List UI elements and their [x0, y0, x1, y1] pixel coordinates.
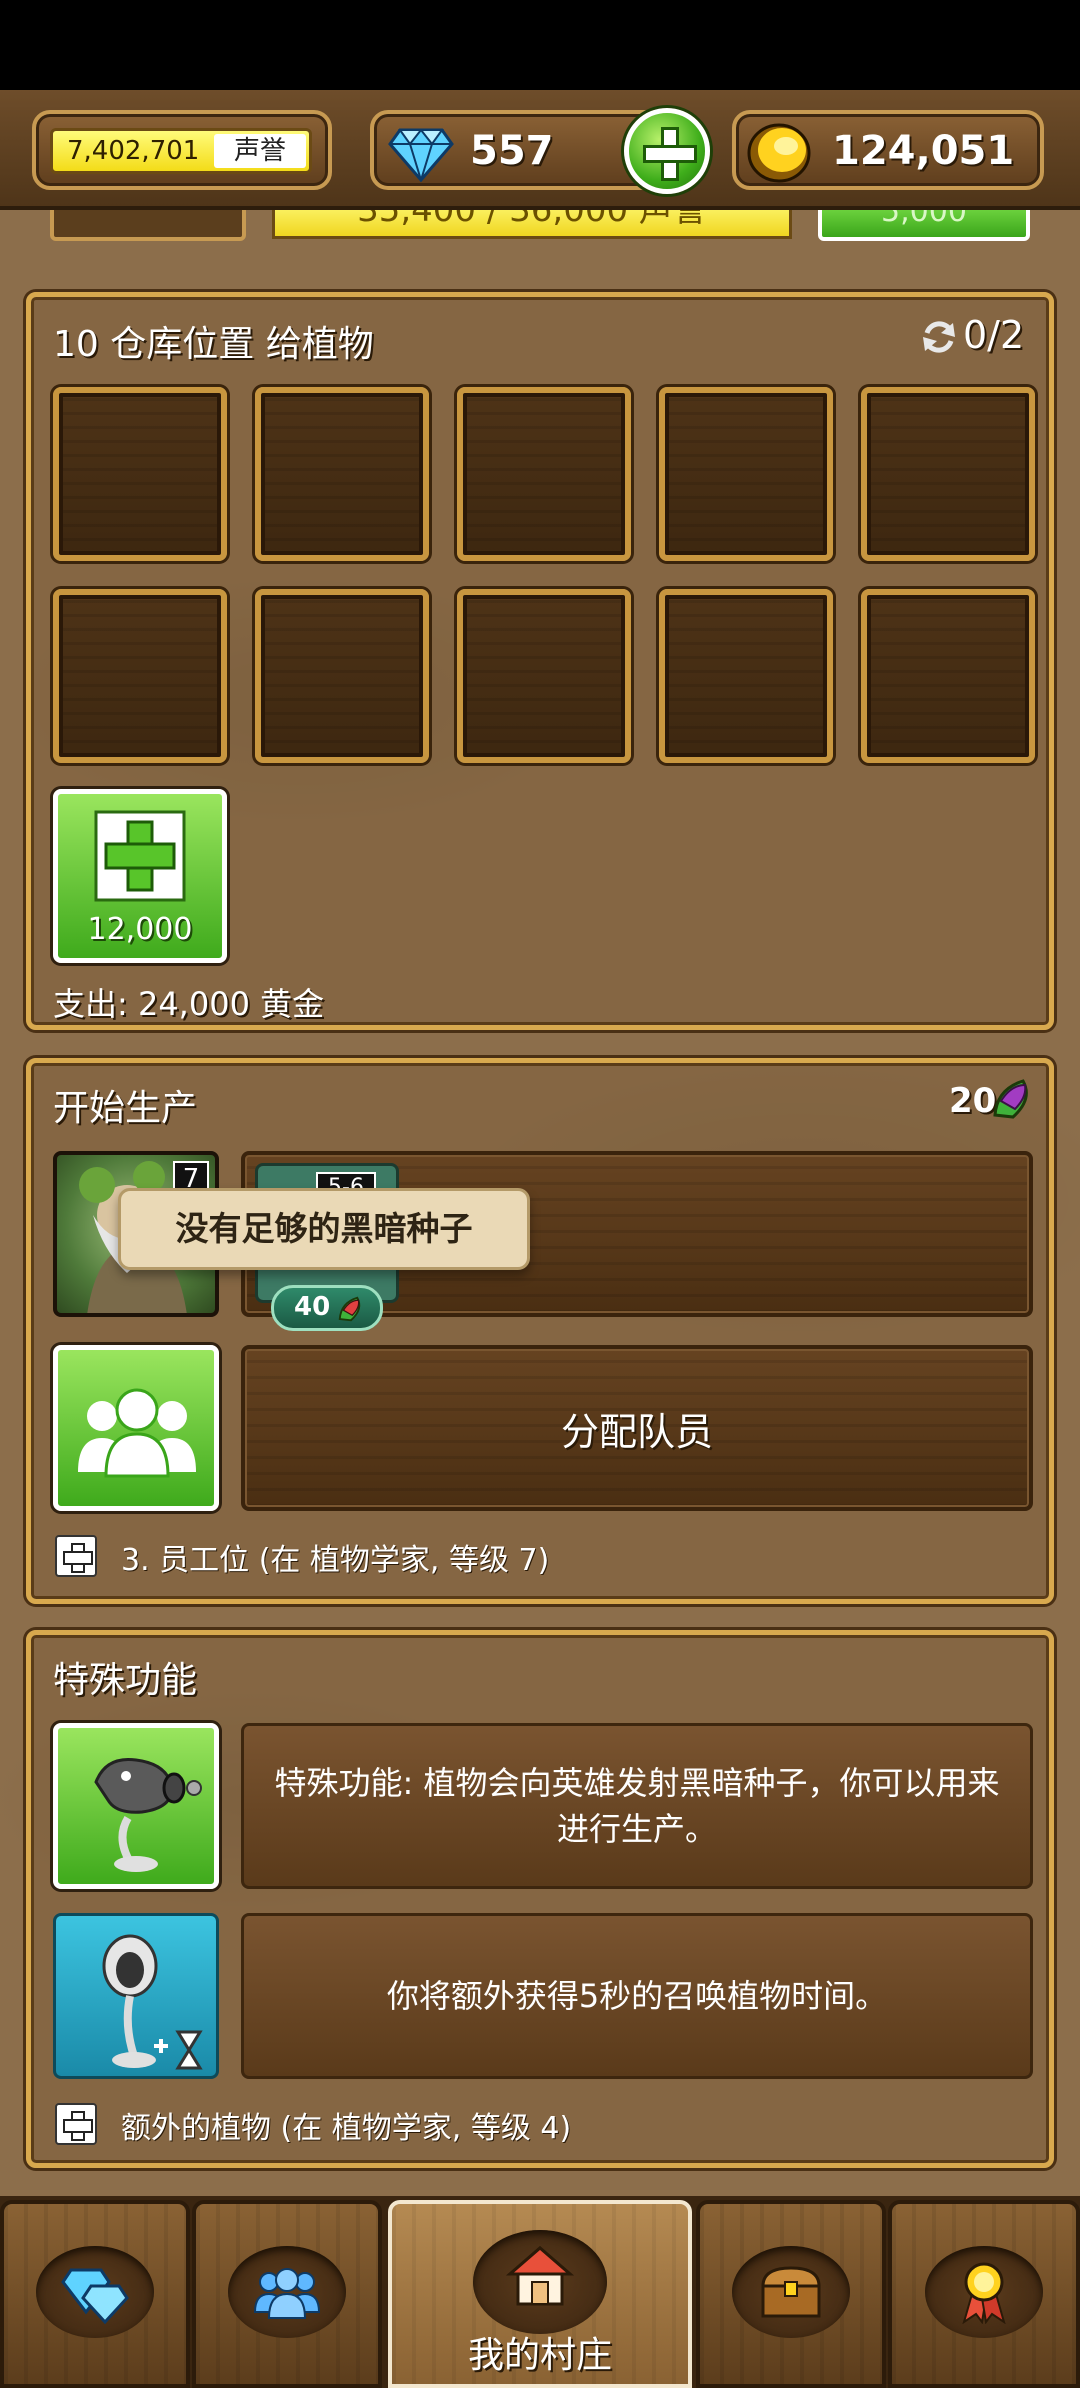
nav-tab-home[interactable]: 我的村庄 — [388, 2200, 692, 2388]
storage-expense: 支出: 24,000 黄金 — [53, 985, 325, 1023]
nav-home-label: 我的村庄 — [467, 2335, 612, 2376]
gold-coin-icon — [747, 123, 811, 183]
plant-cost: 40 — [294, 1292, 331, 1322]
nav-tab-chest[interactable] — [696, 2200, 886, 2388]
feature-text-2: 你将额外获得5秒的召唤植物时间。 — [386, 1977, 888, 2015]
nav-tab-achievements[interactable] — [888, 2200, 1080, 2388]
gold-value: 124,051 — [832, 128, 1015, 174]
summon-time-icon-tile[interactable] — [53, 1913, 219, 2079]
storage-title: 10 仓库位置 给植物 — [53, 324, 374, 365]
dark-plant-icon — [94, 1757, 202, 1872]
storage-slot[interactable] — [861, 387, 1035, 561]
system-status-bar — [0, 0, 1080, 90]
reputation-unit: 声誉 — [214, 134, 306, 168]
bottom-navigation: 我的村庄 — [0, 2196, 1080, 2388]
diamond-icon — [388, 128, 454, 182]
team-icon — [78, 1388, 196, 1478]
special-panel: 特殊功能 特殊功能: 植物会向英雄发射黑暗种子，你可以用来进行生产。 你将额外获… — [26, 1630, 1054, 2168]
reputation-field: 7,402,701 声誉 — [50, 128, 312, 174]
expand-cost: 12,000 — [87, 912, 193, 947]
storage-slot[interactable] — [861, 589, 1035, 763]
not-enough-seeds-tooltip: 没有足够的黑暗种子 — [118, 1188, 530, 1270]
medal-icon — [962, 2262, 1006, 2324]
assign-team-button[interactable] — [53, 1345, 219, 1511]
plus-icon — [94, 810, 186, 902]
dark-seed-icon — [338, 1296, 361, 1322]
assign-team-bar[interactable]: 分配队员 — [241, 1345, 1033, 1511]
reputation-box: 7,402,701 声誉 — [32, 110, 332, 190]
storage-slot[interactable] — [457, 387, 631, 561]
feature-description-1: 特殊功能: 植物会向英雄发射黑暗种子，你可以用来进行生产。 — [241, 1723, 1033, 1889]
dark-seed-icon — [993, 1079, 1028, 1119]
storage-slot[interactable] — [255, 387, 429, 561]
refresh-icon — [923, 321, 955, 353]
storage-panel: 10 仓库位置 给植物 0/2 12,000 支出: 24,000 黄金 — [26, 292, 1054, 1030]
extra-plant-note: 额外的植物 (在 植物学家, 等级 4) — [121, 2111, 572, 2146]
hourglass-icon — [154, 2030, 203, 2070]
feature-description-2: 你将额外获得5秒的召唤植物时间。 — [241, 1913, 1033, 2079]
special-feature-icon-tile[interactable] — [53, 1723, 219, 1889]
worker-slot-note: 3. 员工位 (在 植物学家, 等级 7) — [121, 1543, 550, 1578]
expand-storage-button[interactable]: 12,000 — [53, 789, 227, 963]
feature-text-1: 特殊功能: 植物会向英雄发射黑暗种子，你可以用来进行生产。 — [274, 1764, 1000, 1848]
gems-icon — [61, 2268, 129, 2324]
reputation-value: 7,402,701 — [67, 136, 200, 166]
gems-box: 557 — [370, 108, 710, 194]
storage-slot[interactable] — [53, 589, 227, 763]
storage-slot[interactable] — [457, 589, 631, 763]
storage-slot[interactable] — [659, 387, 833, 561]
add-extra-plant-icon[interactable] — [55, 2103, 97, 2145]
production-title: 开始生产 — [53, 1088, 198, 1129]
add-worker-slot-icon[interactable] — [55, 1535, 97, 1577]
nav-tab-team[interactable] — [192, 2200, 382, 2388]
production-panel: 开始生产 20 7 5-6 40 分配队员 — [26, 1058, 1054, 1604]
nav-tab-gems[interactable] — [0, 2200, 190, 2388]
buy-gems-button[interactable] — [624, 108, 710, 194]
resource-bar: 7,402,701 声誉 557 124,051 — [0, 90, 1080, 210]
storage-slot[interactable] — [659, 589, 833, 763]
chest-icon — [761, 2266, 821, 2318]
team-icon — [253, 2268, 321, 2319]
refresh-count: 0/2 — [963, 313, 1025, 357]
special-title: 特殊功能 — [53, 1660, 198, 1701]
gold-box: 124,051 — [732, 110, 1044, 190]
assign-team-label: 分配队员 — [560, 1410, 713, 1454]
gems-value: 557 — [470, 128, 554, 174]
storage-slot[interactable] — [255, 589, 429, 763]
plant-cost-badge: 40 — [271, 1285, 383, 1331]
home-icon — [506, 2246, 574, 2306]
storage-slot[interactable] — [53, 387, 227, 561]
